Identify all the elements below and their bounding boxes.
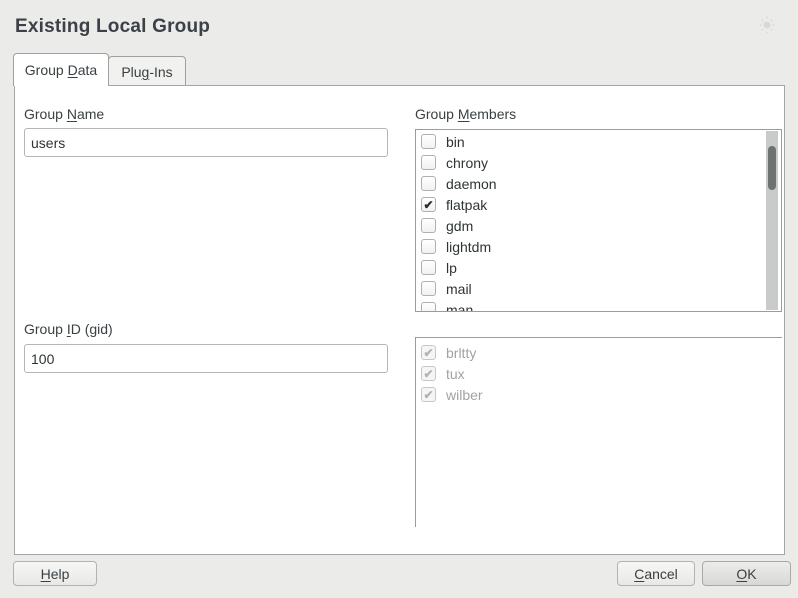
member-name: lp bbox=[446, 260, 457, 276]
tab-group-data[interactable]: Group Data bbox=[13, 53, 109, 86]
member-row[interactable]: ✔ flatpak bbox=[421, 194, 781, 215]
member-name: daemon bbox=[446, 176, 497, 192]
vertical-scrollbar[interactable] bbox=[766, 131, 778, 310]
member-name: wilber bbox=[446, 387, 483, 403]
checkbox-checked-icon: ✔ bbox=[421, 366, 436, 381]
group-id-label: Group ID (gid) bbox=[24, 321, 113, 337]
ok-button[interactable]: OK bbox=[702, 561, 791, 586]
member-name: lightdm bbox=[446, 239, 491, 255]
group-id-input[interactable] bbox=[24, 344, 388, 373]
group-members-list[interactable]: bin chrony daemon ✔ flatpak gdm lightdm lp mail m… bbox=[415, 129, 782, 312]
checkbox-unchecked-icon[interactable] bbox=[421, 176, 436, 191]
checkbox-checked-icon: ✔ bbox=[421, 387, 436, 402]
member-name: bin bbox=[446, 134, 465, 150]
member-name: gdm bbox=[446, 218, 473, 234]
tab-plug-ins[interactable]: Plug-Ins bbox=[108, 56, 186, 86]
group-members-label: Group Members bbox=[415, 106, 516, 122]
member-name: man bbox=[446, 302, 473, 313]
tab-group-data-label: Group Data bbox=[25, 62, 97, 78]
member-name: brltty bbox=[446, 345, 476, 361]
existing-local-group-dialog: Existing Local Group Group Data Plug-Ins… bbox=[0, 0, 798, 598]
checkbox-unchecked-icon[interactable] bbox=[421, 281, 436, 296]
member-row[interactable]: chrony bbox=[421, 152, 781, 173]
checkbox-checked-icon[interactable]: ✔ bbox=[421, 197, 436, 212]
member-name: chrony bbox=[446, 155, 488, 171]
checkbox-unchecked-icon[interactable] bbox=[421, 218, 436, 233]
scrollbar-thumb[interactable] bbox=[768, 146, 776, 190]
member-row: ✔ brltty bbox=[421, 342, 782, 363]
member-row[interactable]: man bbox=[421, 299, 781, 312]
checkbox-unchecked-icon[interactable] bbox=[421, 239, 436, 254]
fixed-members-list: ✔ brltty ✔ tux ✔ wilber bbox=[415, 337, 782, 527]
member-row[interactable]: bin bbox=[421, 131, 781, 152]
checkbox-unchecked-icon[interactable] bbox=[421, 134, 436, 149]
member-name: flatpak bbox=[446, 197, 487, 213]
member-row[interactable]: lp bbox=[421, 257, 781, 278]
tab-plug-ins-label: Plug-Ins bbox=[121, 64, 172, 80]
member-name: tux bbox=[446, 366, 465, 382]
group-name-label: Group Name bbox=[24, 106, 104, 122]
checkbox-checked-icon: ✔ bbox=[421, 345, 436, 360]
group-name-input[interactable] bbox=[24, 128, 388, 157]
help-button[interactable]: Help bbox=[13, 561, 97, 586]
member-row: ✔ wilber bbox=[421, 384, 782, 405]
member-row[interactable]: lightdm bbox=[421, 236, 781, 257]
member-row[interactable]: daemon bbox=[421, 173, 781, 194]
member-row[interactable]: gdm bbox=[421, 215, 781, 236]
member-row: ✔ tux bbox=[421, 363, 782, 384]
member-row[interactable]: mail bbox=[421, 278, 781, 299]
cancel-button[interactable]: Cancel bbox=[617, 561, 695, 586]
checkbox-unchecked-icon[interactable] bbox=[421, 260, 436, 275]
moon-icon bbox=[759, 13, 785, 37]
page-title: Existing Local Group bbox=[15, 16, 210, 38]
member-name: mail bbox=[446, 281, 472, 297]
checkbox-unchecked-icon[interactable] bbox=[421, 302, 436, 312]
checkbox-unchecked-icon[interactable] bbox=[421, 155, 436, 170]
